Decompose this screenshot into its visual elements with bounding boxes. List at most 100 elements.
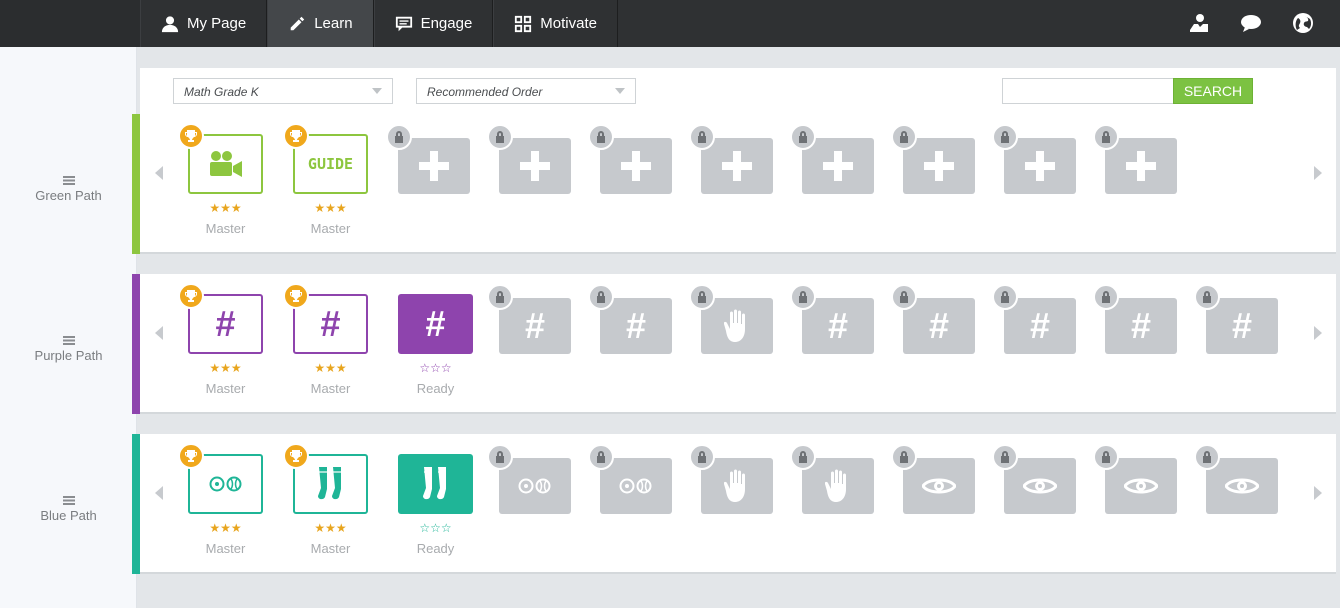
lock-icon xyxy=(891,284,917,310)
list-icon xyxy=(62,493,75,505)
scroll-left-arrow[interactable] xyxy=(155,486,163,500)
tab-learn[interactable]: Learn xyxy=(267,0,374,47)
lesson-tile[interactable] xyxy=(802,458,874,514)
lesson-tile[interactable] xyxy=(903,138,975,194)
tab-my-page[interactable]: My Page xyxy=(140,0,268,47)
plus-icon xyxy=(1126,151,1156,181)
lesson-tile[interactable] xyxy=(398,138,470,194)
lock-icon xyxy=(588,444,614,470)
lesson-tile[interactable] xyxy=(1004,458,1076,514)
scroll-right-arrow[interactable] xyxy=(1314,486,1322,500)
path-row: ★★★ Master ★★★ Master ☆☆☆ Ready xyxy=(132,434,1336,574)
lesson-tile[interactable]: # xyxy=(802,298,874,354)
trophy-icon xyxy=(283,283,309,309)
lock-icon xyxy=(487,284,513,310)
globe-icon[interactable] xyxy=(1292,12,1314,34)
tile-status: Ready xyxy=(416,381,455,396)
nav-logo-area xyxy=(0,0,140,47)
lesson-tile[interactable]: # xyxy=(499,298,571,354)
lesson-tile[interactable]: # xyxy=(1206,298,1278,354)
lock-icon xyxy=(588,124,614,150)
award-icon[interactable] xyxy=(1188,12,1210,34)
sidebar-item-purple-path[interactable]: Purple Path xyxy=(0,333,137,363)
lock-icon xyxy=(487,124,513,150)
lesson-tile[interactable]: # xyxy=(1004,298,1076,354)
order-select-value: Recommended Order xyxy=(427,85,543,99)
star-rating: ★★★ xyxy=(314,361,347,375)
top-right-icons xyxy=(1188,12,1314,34)
hand-icon xyxy=(724,309,745,342)
scroll-right-arrow[interactable] xyxy=(1314,166,1322,180)
sidebar-item-green-path[interactable]: Green Path xyxy=(0,173,137,203)
tab-label: Motivate xyxy=(540,15,597,32)
plus-icon xyxy=(520,151,550,181)
filter-bar: Math Grade K Recommended Order SEARCH xyxy=(140,68,1336,114)
order-select[interactable]: Recommended Order xyxy=(416,78,636,104)
tile-status: Master xyxy=(205,221,246,236)
lock-icon xyxy=(790,444,816,470)
hand-icon xyxy=(825,469,846,502)
scroll-right-arrow[interactable] xyxy=(1314,326,1322,340)
lock-icon xyxy=(790,284,816,310)
chevron-down-icon xyxy=(615,88,625,94)
star-rating: ★★★ xyxy=(209,521,242,535)
lesson-tile[interactable] xyxy=(1105,458,1177,514)
trophy-icon xyxy=(178,443,204,469)
sidebar-item-label: Purple Path xyxy=(34,348,103,363)
eye-icon xyxy=(1023,478,1057,494)
star-rating: ★★★ xyxy=(209,361,242,375)
lesson-tile[interactable] xyxy=(1004,138,1076,194)
lesson-tile[interactable]: # xyxy=(1105,298,1177,354)
hash-icon: # xyxy=(827,305,849,346)
hash-icon: # xyxy=(1130,305,1152,346)
lesson-tile[interactable] xyxy=(1206,458,1278,514)
lesson-tile[interactable] xyxy=(903,458,975,514)
hash-icon: # xyxy=(1231,305,1253,346)
lesson-tile[interactable] xyxy=(398,454,473,514)
lesson-tile[interactable] xyxy=(499,458,571,514)
trophy-icon xyxy=(283,123,309,149)
eye-icon xyxy=(922,478,956,494)
lock-icon xyxy=(1194,444,1220,470)
scroll-left-arrow[interactable] xyxy=(155,166,163,180)
sidebar-item-blue-path[interactable]: Blue Path xyxy=(0,493,137,523)
lesson-tile[interactable] xyxy=(802,138,874,194)
hash-icon: # xyxy=(524,305,546,346)
lesson-tile[interactable] xyxy=(600,138,672,194)
star-rating: ☆☆☆ xyxy=(419,361,452,375)
lesson-tile[interactable]: # xyxy=(398,294,473,354)
tile-status: Master xyxy=(205,541,246,556)
plus-icon xyxy=(621,151,651,181)
lock-icon xyxy=(689,124,715,150)
scroll-left-arrow[interactable] xyxy=(155,326,163,340)
tab-motivate[interactable]: Motivate xyxy=(493,0,618,47)
socks-icon xyxy=(317,467,341,500)
lesson-tile[interactable] xyxy=(600,458,672,514)
grade-select-value: Math Grade K xyxy=(184,85,259,99)
tab-engage[interactable]: Engage xyxy=(373,0,494,47)
top-nav: My Page Learn Engage Motivate xyxy=(0,0,1340,47)
plus-icon xyxy=(1025,151,1055,181)
eye-icon xyxy=(1124,478,1158,494)
lesson-tile[interactable] xyxy=(701,458,773,514)
lesson-tile[interactable] xyxy=(701,138,773,194)
lesson-tile[interactable]: # xyxy=(600,298,672,354)
speech-bubble-icon[interactable] xyxy=(1240,12,1262,34)
socks-icon xyxy=(422,467,446,500)
video-camera-icon xyxy=(209,151,242,177)
tab-label: Learn xyxy=(314,15,353,32)
search-button[interactable]: SEARCH xyxy=(1173,78,1253,104)
lesson-tile[interactable]: # xyxy=(903,298,975,354)
path-color-bar xyxy=(132,274,140,414)
lock-icon xyxy=(992,284,1018,310)
lesson-tile[interactable] xyxy=(701,298,773,354)
hash-icon: # xyxy=(928,305,950,346)
grade-select[interactable]: Math Grade K xyxy=(173,78,393,104)
list-icon xyxy=(62,173,75,185)
plus-icon xyxy=(419,151,449,181)
list-icon xyxy=(62,333,75,345)
lesson-tile[interactable] xyxy=(1105,138,1177,194)
hash-icon: # xyxy=(425,303,446,344)
lesson-tile[interactable] xyxy=(499,138,571,194)
search-input[interactable] xyxy=(1002,78,1174,104)
